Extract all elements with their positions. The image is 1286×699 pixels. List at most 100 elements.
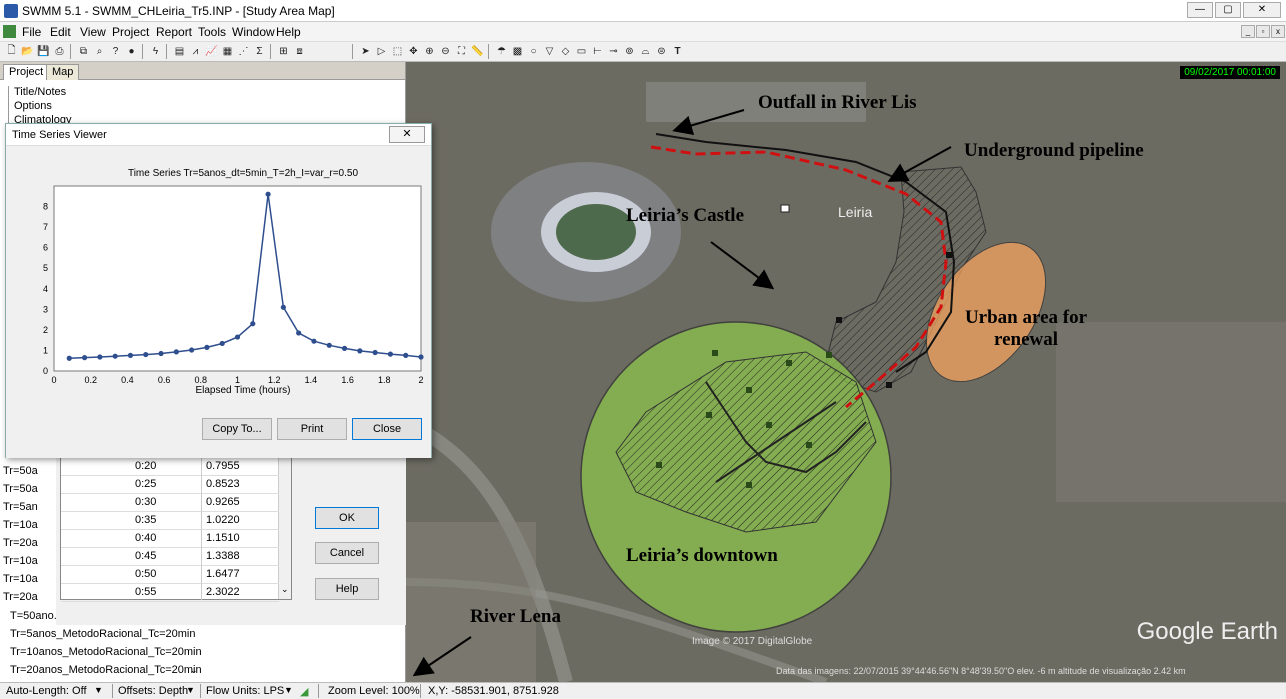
series-list-item[interactable]: Tr=10anos_MetodoRacional_Tc=20min [10,646,202,664]
table-row[interactable]: 0:25 0.8523 [61,474,279,494]
tree-item-title-notes[interactable]: Title/Notes [14,86,66,98]
chevron-down-icon[interactable]: ▼ [284,685,293,695]
select-arrow-icon[interactable]: ➤ [358,44,373,59]
auto-length-status[interactable]: Auto-Length: Off [6,685,87,697]
table-row[interactable]: 0:55 2.3022 [61,582,279,602]
menu-tools[interactable]: Tools [198,25,226,39]
time-cell[interactable]: 0:35 [135,514,156,526]
cancel-button[interactable]: Cancel [315,542,379,564]
scatter-plot-icon[interactable]: ⋰ [236,44,251,59]
new-file-icon[interactable]: 🗋 [4,44,19,59]
value-cell[interactable]: 1.0220 [206,514,240,526]
value-cell[interactable]: 1.3388 [206,550,240,562]
help-button[interactable]: Help [315,578,379,600]
print-icon[interactable]: ⎙ [52,44,67,59]
select-region-icon[interactable]: ⬚ [390,44,405,59]
copy-to-button[interactable]: Copy To... [202,418,272,440]
time-cell[interactable]: 0:20 [135,460,156,472]
series-list-item[interactable]: Tr=5an [3,501,53,516]
menu-edit[interactable]: Edit [50,25,71,39]
series-list-item[interactable]: Tr=5anos_MetodoRacional_Tc=20min [10,628,195,646]
pan-icon[interactable]: ✥ [406,44,421,59]
series-list-item[interactable]: Tr=50a [3,483,53,498]
maximize-button[interactable]: ▢ [1215,2,1241,18]
value-cell[interactable]: 0.7955 [206,460,240,472]
series-list-item[interactable]: T=50ano... [10,610,63,628]
table-row[interactable]: 0:50 1.6477 [61,564,279,584]
chevron-down-icon[interactable]: ⌄ [190,665,198,676]
tab-map[interactable]: Map [46,64,80,80]
conduit-icon[interactable]: ⊢ [590,44,605,59]
menu-help[interactable]: Help [276,25,301,39]
series-list-item[interactable]: Tr=10a [3,555,53,570]
tree-item-options[interactable]: Options [14,100,52,112]
tab-project[interactable]: Project [3,64,50,80]
value-cell[interactable]: 1.6477 [206,568,240,580]
save-icon[interactable]: 💾 [36,44,51,59]
study-area-map[interactable]: 09/02/2017 00:01:00 Leiria Outfall in Ri… [406,62,1286,682]
time-cell[interactable]: 0:40 [135,532,156,544]
table-row[interactable]: 0:45 1.3388 [61,546,279,566]
time-series-plot-icon[interactable]: 📈 [204,44,219,59]
statistics-icon[interactable]: Σ [252,44,267,59]
menu-report[interactable]: Report [156,25,192,39]
value-cell[interactable]: 0.8523 [206,478,240,490]
text-label-icon[interactable]: T [670,44,685,59]
time-cell[interactable]: 0:25 [135,478,156,490]
query-icon[interactable]: ? [108,44,123,59]
table-scrollbar[interactable]: ⌄ [278,456,291,599]
run-icon[interactable]: ● [124,44,139,59]
print-button[interactable]: Print [277,418,347,440]
series-list-item[interactable]: Tr=10a [3,519,53,534]
copy-icon[interactable]: ⧉ [76,44,91,59]
menu-window[interactable]: Window [232,25,275,39]
series-list-item[interactable]: Tr=20anos_MetodoRacional_Tc=20min [10,664,202,682]
full-extent-icon[interactable]: ⛶ [454,44,469,59]
table-icon[interactable]: ▦ [220,44,235,59]
tile-windows-icon[interactable]: ⊞ [276,44,291,59]
mdi-minimize-button[interactable]: _ [1241,25,1255,38]
table-row[interactable]: 0:35 1.0220 [61,510,279,530]
profile-plot-icon[interactable]: ⩘ [188,44,203,59]
time-cell[interactable]: 0:50 [135,568,156,580]
menu-view[interactable]: View [80,25,106,39]
storage-icon[interactable]: ▭ [574,44,589,59]
chevron-down-icon[interactable]: ▼ [94,685,103,695]
map-canvas[interactable] [406,62,1286,682]
zoom-in-icon[interactable]: ⊕ [422,44,437,59]
table-row[interactable]: 0:20 0.7955 [61,456,279,476]
measure-icon[interactable]: 📏 [470,44,485,59]
menu-project[interactable]: Project [112,25,149,39]
chevron-down-icon[interactable]: ⌄ [281,584,289,595]
series-list-item[interactable]: Tr=50a [3,465,53,480]
cascade-windows-icon[interactable]: ⧈ [292,44,307,59]
outfall-icon[interactable]: ▽ [542,44,557,59]
close-window-button[interactable]: ✕ [1243,2,1281,18]
rain-gage-icon[interactable]: ☂ [494,44,509,59]
series-list-item[interactable]: Tr=20a [3,537,53,552]
value-cell[interactable]: 0.9265 [206,496,240,508]
junction-icon[interactable]: ○ [526,44,541,59]
minimize-button[interactable]: — [1187,2,1213,18]
table-row[interactable]: 0:30 0.9265 [61,492,279,512]
series-list-item[interactable]: Tr=10a [3,573,53,588]
orifice-icon[interactable]: ⊚ [622,44,637,59]
offsets-status[interactable]: Offsets: Depth [118,685,188,697]
ok-button[interactable]: OK [315,507,379,529]
table-row[interactable]: 0:40 1.1510 [61,528,279,548]
time-cell[interactable]: 0:45 [135,550,156,562]
report-icon[interactable]: ▤ [172,44,187,59]
divider-icon[interactable]: ◇ [558,44,573,59]
mdi-restore-button[interactable]: ▫ [1256,25,1270,38]
weir-icon[interactable]: ⌓ [638,44,653,59]
mdi-close-button[interactable]: x [1271,25,1285,38]
lightning-icon[interactable]: ϟ [148,44,163,59]
zoom-out-icon[interactable]: ⊖ [438,44,453,59]
value-cell[interactable]: 2.3022 [206,586,240,598]
menu-file[interactable]: File [22,25,41,39]
find-icon[interactable]: ⌕ [92,44,107,59]
outlet-icon[interactable]: ⊜ [654,44,669,59]
series-list-item[interactable]: Tr=20a [3,591,53,606]
dialog-close-text-button[interactable]: Close [352,418,422,440]
open-folder-icon[interactable]: 📂 [20,44,35,59]
